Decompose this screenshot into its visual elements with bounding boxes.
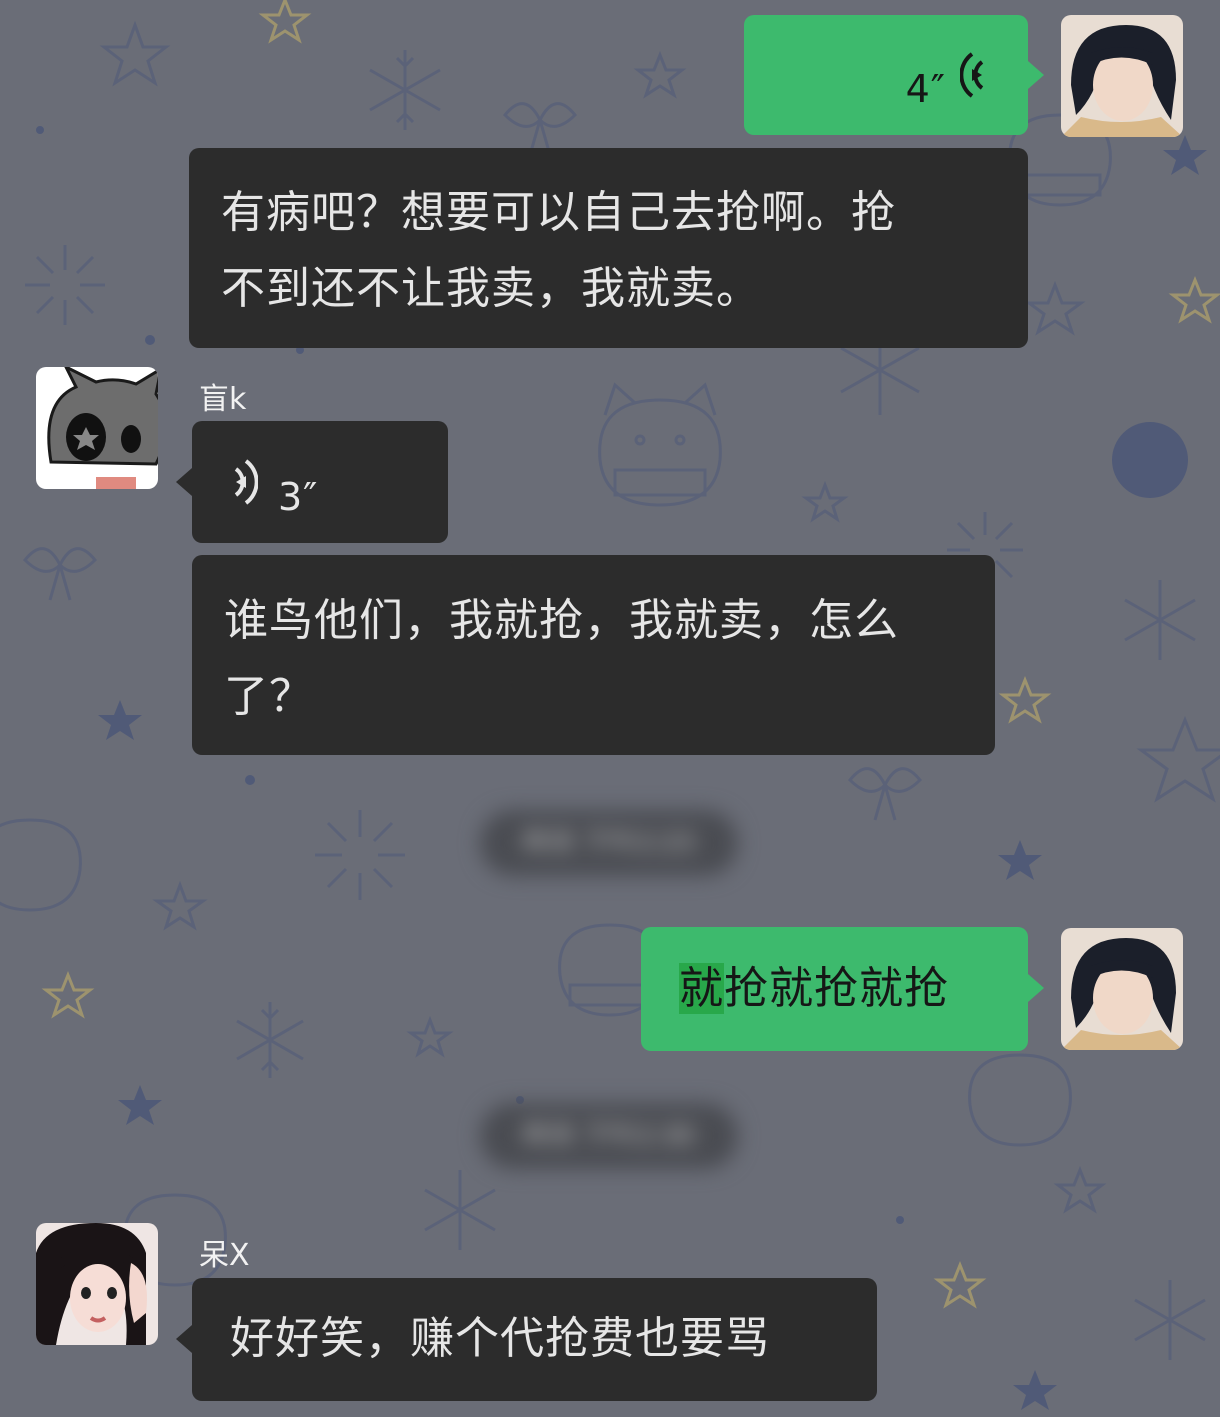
sender-name: 盲k (199, 382, 247, 417)
message-line: 有病吧？想要可以自己去抢啊。抢 (221, 187, 896, 238)
yellow-star-doodle (258, 0, 312, 44)
timestamp-text: 昨天 下午2:30 (523, 1121, 695, 1151)
sender-name: 呆X (199, 1238, 250, 1273)
message-line: 谁鸟他们，我就抢，我就卖，怎么 (224, 595, 899, 646)
avatar-photo (36, 1223, 158, 1345)
voice-wave-icon (960, 52, 984, 98)
firework-doodle (25, 245, 105, 325)
bow-doodle (22, 547, 98, 601)
star-doodle (801, 480, 849, 523)
yellow-star-doodle (933, 1260, 987, 1309)
snowflake-doodle (1124, 580, 1196, 660)
snowflake-doodle (1134, 1280, 1206, 1360)
star-doodle (406, 1015, 454, 1058)
timestamp-blurred: 昨天 下午2:30 (480, 1103, 738, 1169)
filled-star-doodle (1163, 135, 1207, 175)
snowflake-doodle (236, 1002, 304, 1078)
snowflake-doodle (369, 50, 441, 130)
message-line: 了？ (224, 671, 314, 722)
message-text: 抢就抢就抢 (724, 963, 949, 1014)
text-message-bubble[interactable]: 好好笑，赚个代抢费也要骂 (192, 1278, 877, 1401)
cat-avatar-image (36, 367, 158, 489)
filled-star-doodle (998, 840, 1042, 880)
snowflake-doodle (424, 1170, 496, 1250)
star-doodle (1136, 715, 1220, 803)
voice-message-bubble[interactable]: 4″ (744, 15, 1028, 135)
avatar-photo (1061, 928, 1183, 1050)
cat-doodle (598, 382, 722, 507)
star-doodle (152, 880, 208, 931)
yellow-star-doodle (1168, 275, 1220, 324)
filled-star-doodle (118, 1085, 162, 1125)
timestamp-blurred: 昨天 下午2:23 (480, 810, 738, 876)
cookie-doodle (1112, 422, 1188, 498)
voice-duration: 4″ (905, 67, 946, 111)
message-line: 好好笑，赚个代抢费也要骂 (230, 1313, 770, 1364)
my-avatar[interactable] (1061, 15, 1183, 137)
bubble-tail (1028, 974, 1044, 1002)
my-avatar[interactable] (1061, 928, 1183, 1050)
star-doodle (99, 20, 171, 87)
voice-duration: 3″ (278, 475, 319, 519)
timestamp-text: 昨天 下午2:23 (523, 828, 695, 858)
sender-avatar-daix[interactable] (36, 1223, 158, 1345)
text-message-bubble[interactable]: 谁鸟他们，我就抢，我就卖，怎么 了？ (192, 555, 995, 755)
star-doodle (1024, 280, 1086, 336)
bow-doodle (847, 767, 923, 821)
filled-star-doodle (1013, 1370, 1057, 1410)
voice-wave-icon (234, 459, 258, 505)
voice-message-bubble[interactable]: 3″ (192, 421, 448, 543)
yellow-star-doodle (998, 675, 1052, 724)
sender-avatar-mangk[interactable] (36, 367, 158, 489)
cat-doodle (968, 1053, 1072, 1147)
avatar-photo (1061, 15, 1183, 137)
firework-doodle (315, 810, 405, 900)
bubble-tail (176, 1325, 192, 1353)
bubble-tail (1028, 61, 1044, 89)
filled-star-doodle (98, 700, 142, 740)
bubble-tail (176, 468, 192, 496)
text-message-bubble[interactable]: 就抢就抢就抢 (641, 927, 1028, 1051)
star-doodle (633, 50, 687, 99)
yellow-star-doodle (41, 970, 95, 1019)
highlighted-character: 就 (679, 963, 724, 1014)
message-line: 不到还不让我卖，我就卖。 (221, 263, 761, 314)
star-doodle (1053, 1165, 1107, 1214)
cat-doodle (0, 818, 82, 912)
text-message-bubble[interactable]: 有病吧？想要可以自己去抢啊。抢 不到还不让我卖，我就卖。 (189, 148, 1028, 348)
